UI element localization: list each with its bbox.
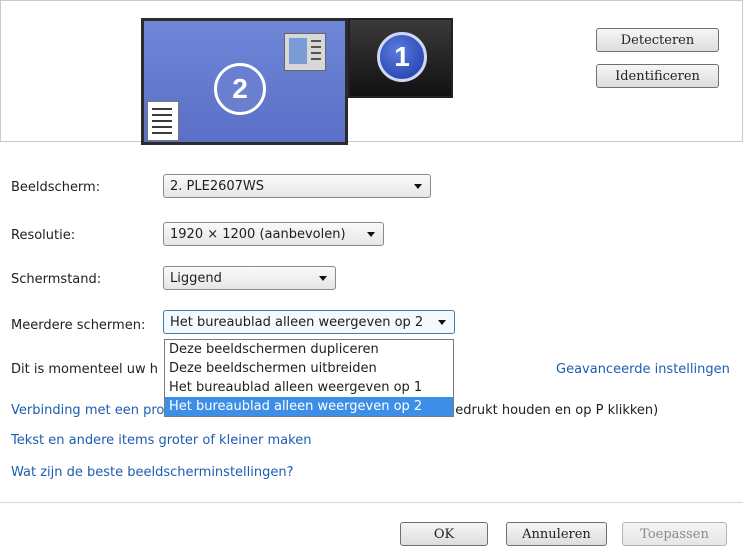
orientation-label: Schermstand: — [11, 272, 102, 287]
resolution-label: Resolutie: — [11, 228, 76, 243]
dropdown-option[interactable]: Deze beeldschermen uitbreiden — [165, 359, 453, 378]
monitor-2-tile[interactable]: 2 — [141, 18, 348, 145]
advanced-settings-link[interactable]: Geavanceerde instellingen — [556, 362, 730, 377]
dropdown-option-selected[interactable]: Het bureaublad alleen weergeven op 2 — [165, 397, 453, 416]
current-display-info: Dit is momenteel uw h — [11, 362, 158, 377]
best-settings-link[interactable]: Wat zijn de beste beeldscherminstellinge… — [11, 465, 294, 480]
dropdown-option[interactable]: Deze beeldschermen dupliceren — [165, 340, 453, 359]
monitor-1-tile[interactable]: 1 — [348, 18, 453, 98]
chevron-down-icon — [319, 275, 327, 281]
detect-button[interactable]: Detecteren — [596, 28, 719, 52]
projector-shortcut-hint: gedrukt houden en op P klikken) — [447, 403, 659, 418]
ok-button[interactable]: OK — [400, 522, 488, 546]
footer-divider — [0, 502, 743, 503]
cancel-button[interactable]: Annuleren — [506, 522, 607, 546]
monitor-2-number: 2 — [214, 63, 266, 115]
chevron-down-icon — [414, 183, 422, 189]
text-size-link[interactable]: Tekst en andere items groter of kleiner … — [11, 433, 311, 448]
display-select[interactable]: 2. PLE2607WS — [163, 174, 431, 198]
multiple-displays-select[interactable]: Het bureaublad alleen weergeven op 2 — [163, 310, 455, 334]
window-thumbnail-icon — [284, 33, 326, 71]
dropdown-option[interactable]: Het bureaublad alleen weergeven op 1 — [165, 378, 453, 397]
monitor-1-number: 1 — [377, 32, 427, 82]
multiple-displays-select-value: Het bureaublad alleen weergeven op 2 — [170, 314, 424, 330]
document-thumbnail-icon — [147, 101, 179, 141]
orientation-select[interactable]: Liggend — [163, 266, 336, 290]
orientation-select-value: Liggend — [170, 270, 222, 286]
display-select-value: 2. PLE2607WS — [170, 178, 265, 194]
resolution-select[interactable]: 1920 × 1200 (aanbevolen) — [163, 222, 384, 246]
apply-button[interactable]: Toepassen — [622, 522, 727, 546]
resolution-select-value: 1920 × 1200 (aanbevolen) — [170, 226, 346, 242]
multiple-displays-dropdown-list: Deze beeldschermen dupliceren Deze beeld… — [164, 339, 454, 417]
chevron-down-icon — [367, 231, 375, 237]
projector-link[interactable]: Verbinding met een pro — [11, 403, 164, 418]
identify-button[interactable]: Identificeren — [596, 64, 719, 88]
monitor-preview-area: 2 1 Detecteren Identificeren — [0, 0, 743, 145]
display-label: Beeldscherm: — [11, 180, 101, 195]
chevron-down-icon — [438, 319, 446, 325]
multiple-displays-label: Meerdere schermen: — [11, 318, 146, 333]
